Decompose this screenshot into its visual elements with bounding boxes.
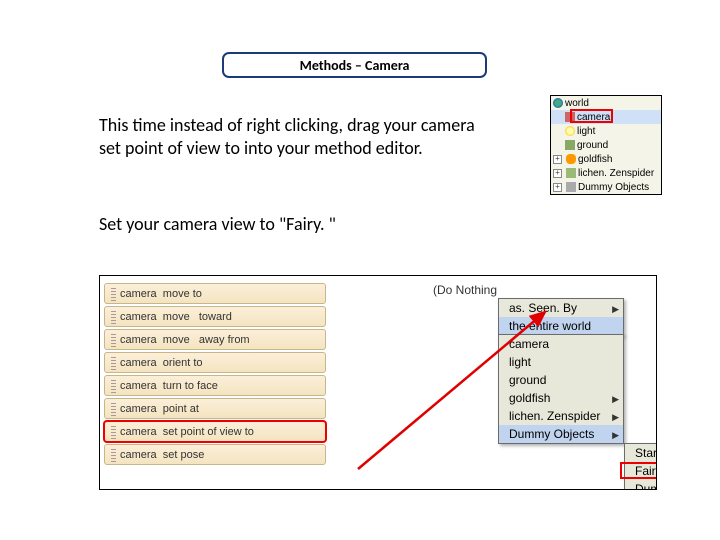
menu-item-ground[interactable]: ground [499,371,623,389]
submenu-arrow-icon: ▶ [612,428,619,442]
submenu-arrow-icon: ▶ [612,410,619,424]
grip-icon [111,402,116,416]
method-tile[interactable]: camera move away from [104,329,326,350]
menu-item-start[interactable]: Start [625,444,657,462]
context-menu-1: as. Seen. By ▶ the entire world [498,298,624,336]
dummy-icon [566,182,576,192]
tree-label: light [577,126,595,137]
tree-item-camera[interactable]: camera [551,110,661,124]
tree-item-dummy[interactable]: + Dummy Objects [551,180,661,194]
ground-icon [565,140,575,150]
tree-label: goldfish [578,154,612,165]
tree-item-ground[interactable]: ground [551,138,661,152]
object-tree-panel: world camera light ground + goldfish + l… [550,95,662,195]
method-tile[interactable]: camera move to [104,283,326,304]
lichen-icon [566,168,576,178]
menu-label: camera [509,337,549,351]
method-tile[interactable]: camera set point of view to [104,421,326,442]
tree-label: Dummy Objects [578,182,649,193]
menu-item-dummy-objects[interactable]: Dummy Objects ▶ [499,425,623,443]
menu-item-camera[interactable]: camera [499,335,623,353]
tree-label: lichen. Zenspider [578,168,654,179]
instruction-text-2: Set your camera view to "Fairy. " [99,213,499,235]
method-editor-screenshot: camera move to camera move toward camera m… [99,275,657,490]
method-text: camera set point of view to [120,426,254,438]
camera-icon [565,112,575,122]
menu-label: light [509,355,531,369]
world-icon [553,98,563,108]
instruction-text-1: This time instead of right clicking, dra… [99,114,484,159]
context-menu-2: camera light ground goldfish ▶ lichen. Ze… [498,334,624,444]
menu-label: Fairy [635,464,657,478]
method-text: camera move to [120,288,202,300]
goldfish-icon [566,154,576,164]
submenu-arrow-icon: ▶ [612,392,619,406]
menu-label: Start [635,446,657,460]
menu-item-dummy[interactable]: Dummy [625,480,657,490]
grip-icon [111,379,116,393]
title-text: Methods – Camera [300,57,410,74]
menu-item-goldfish[interactable]: goldfish ▶ [499,389,623,407]
menu-label: goldfish [509,391,550,405]
menu-item-fairy[interactable]: Fairy [625,462,657,480]
tree-item-goldfish[interactable]: + goldfish [551,152,661,166]
menu-label: ground [509,373,546,387]
grip-icon [111,448,116,462]
tree-item-world[interactable]: world [551,96,661,110]
method-text: camera move toward [120,311,232,323]
menu-item-asseenby[interactable]: as. Seen. By ▶ [499,299,623,317]
menu-label: Dummy [635,482,657,490]
do-nothing-label: (Do Nothing [433,283,497,297]
tree-label: camera [577,112,610,123]
grip-icon [111,356,116,370]
menu-item-entireworld[interactable]: the entire world [499,317,623,335]
method-tile[interactable]: camera orient to [104,352,326,373]
method-text: camera move away from [120,334,250,346]
method-text: camera turn to face [120,380,218,392]
title-box: Methods – Camera [222,52,487,78]
tree-label: world [565,98,589,109]
context-menu-3: Start Fairy Dummy [624,443,657,490]
method-tile[interactable]: camera move toward [104,306,326,327]
menu-item-lichen[interactable]: lichen. Zenspider ▶ [499,407,623,425]
method-tile[interactable]: camera set pose [104,444,326,465]
menu-item-light[interactable]: light [499,353,623,371]
method-text: camera set pose [120,449,204,461]
menu-label: lichen. Zenspider [509,409,600,423]
method-text: camera point at [120,403,199,415]
grip-icon [111,287,116,301]
tree-item-lichen[interactable]: + lichen. Zenspider [551,166,661,180]
grip-icon [111,333,116,347]
grip-icon [111,425,116,439]
tree-label: ground [577,140,608,151]
method-tile[interactable]: camera turn to face [104,375,326,396]
grip-icon [111,310,116,324]
menu-label: the entire world [509,319,591,333]
tree-item-light[interactable]: light [551,124,661,138]
menu-label: Dummy Objects [509,427,594,441]
expand-icon[interactable]: + [553,183,562,192]
menu-label: as. Seen. By [509,301,577,315]
method-tile[interactable]: camera point at [104,398,326,419]
method-text: camera orient to [120,357,203,369]
submenu-arrow-icon: ▶ [612,302,619,316]
expand-icon[interactable]: + [553,169,562,178]
expand-icon[interactable]: + [553,155,562,164]
light-icon [565,126,575,136]
methods-list: camera move to camera move toward camera m… [100,276,330,489]
